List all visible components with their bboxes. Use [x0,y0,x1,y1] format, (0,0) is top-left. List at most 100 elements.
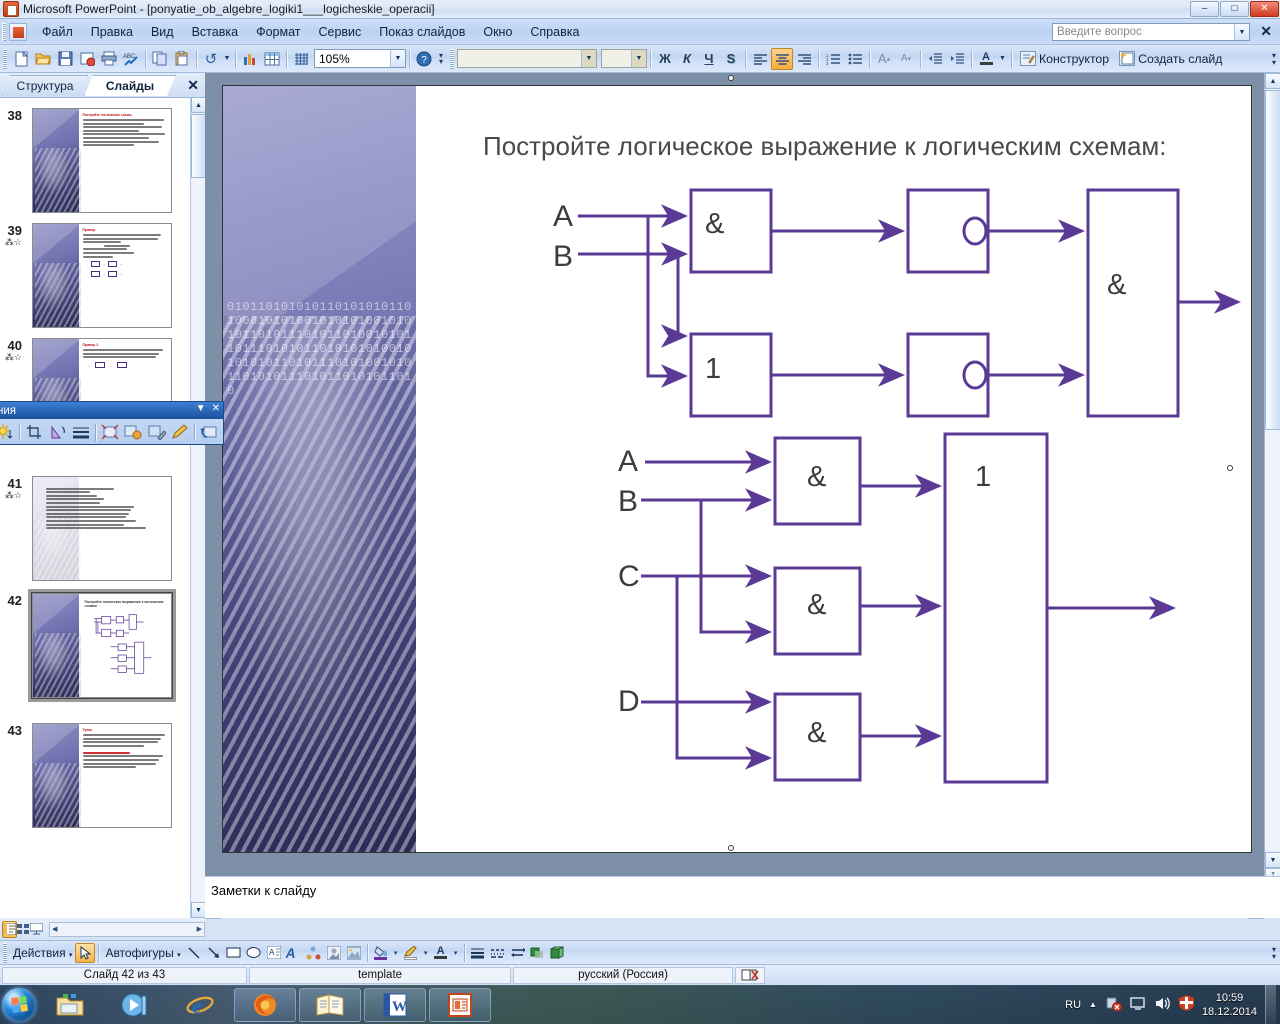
formatting-toolbar-grip[interactable] [450,48,454,69]
slide-sorter-icon[interactable] [17,921,30,938]
show-hidden-icons-icon[interactable]: ▲ [1089,998,1097,1012]
notes-placeholder[interactable]: Заметки к слайду [205,877,1280,898]
close-pane-button[interactable]: ✕ [187,77,199,94]
display-icon[interactable] [1130,996,1146,1014]
format-picture-icon[interactable] [146,422,167,443]
picture-icon[interactable] [344,943,364,963]
menu-item-format[interactable]: Формат [247,22,309,42]
italic-button[interactable]: К [676,48,698,70]
scroll-up-button[interactable]: ▲ [1265,73,1280,89]
collapse-icon[interactable]: ▼ [196,403,206,414]
current-slide[interactable]: 0101101010101101010101101000101010010101… [222,85,1252,853]
zoom-combo[interactable]: 105% ▼ [314,49,406,68]
taskbar-media-player[interactable] [104,988,166,1022]
slide-thumbnail-42[interactable]: Постройте логическое выражение к логичес… [28,589,176,702]
brightness-icon[interactable] [0,422,15,443]
increase-font-size-icon[interactable]: A ▴ [873,48,895,70]
list-item[interactable]: 41 ⁂☆ [0,476,172,581]
taskbar-word[interactable]: W [364,987,426,1022]
set-transparent-color-icon[interactable] [169,422,190,443]
taskbar-explorer[interactable] [39,988,101,1022]
rectangle-icon[interactable] [224,943,244,963]
crop-icon[interactable] [24,422,45,443]
paste-icon[interactable] [171,48,193,70]
save-icon[interactable] [54,48,76,70]
undo-icon[interactable]: ↺ [200,48,222,70]
align-left-icon[interactable] [749,48,771,70]
scroll-up-button[interactable]: ▲ [191,97,206,113]
language-indicator[interactable]: RU [1065,998,1081,1012]
chevron-down-icon[interactable]: ▼ [631,50,646,67]
list-item[interactable]: 42 Постройте логическое выражение к логи… [0,589,176,702]
clipart-icon[interactable] [324,943,344,963]
list-item[interactable]: 38 Постройте логические схемы [0,108,172,213]
menu-item-insert[interactable]: Вставка [183,22,247,42]
slide-thumbnail-38[interactable]: Постройте логические схемы [32,108,172,213]
menu-item-tools[interactable]: Сервис [309,22,370,42]
increase-indent-icon[interactable] [946,48,968,70]
shadow-style-icon[interactable] [528,943,548,963]
close-button[interactable]: ✕ [1250,1,1279,17]
slide-canvas[interactable]: 0101101010101101010101101000101010010101… [222,85,1252,853]
notes-pane[interactable]: Заметки к слайду [205,876,1280,918]
menu-item-slideshow[interactable]: Показ слайдов [370,22,474,42]
help-icon[interactable]: ? [413,48,435,70]
line-style-icon[interactable] [468,943,488,963]
numbered-list-icon[interactable]: 123 [822,48,844,70]
normal-view-icon[interactable] [2,920,17,938]
rotate-left-icon[interactable] [47,422,68,443]
taskbar-firefox[interactable] [234,987,296,1022]
shadow-button[interactable]: S [720,48,742,70]
slide-thumbnail-41[interactable] [32,476,172,581]
align-right-icon[interactable] [793,48,815,70]
scrollbar-thumb[interactable] [191,114,206,178]
maximize-button[interactable]: □ [1220,1,1249,17]
toolbar-overflow-button[interactable]: ▾ ▾ [1268,51,1280,66]
drawing-toolbar-grip[interactable] [3,942,7,963]
open-folder-icon[interactable] [32,48,54,70]
actions-menu[interactable]: Действия ▾ [10,946,75,960]
new-document-icon[interactable] [10,48,32,70]
menu-grip[interactable] [2,22,6,41]
slide-thumbnail-43[interactable]: Тупик [32,723,172,828]
designer-button[interactable]: Конструктор [1015,50,1114,67]
scroll-down-button[interactable]: ▼ [191,902,206,918]
arrow-select-icon[interactable] [75,942,96,963]
line-icon[interactable] [184,943,204,963]
thumbnail-pane-scrollbar[interactable]: ▲ ▼ [190,97,206,918]
slide-vertical-scrollbar[interactable]: ▲ ▼ ⤒ ✧ ⤓ [1264,73,1280,918]
notes-scrollbar[interactable]: ◀ ▶ [49,921,205,937]
decrease-font-size-icon[interactable]: A ▾ [895,48,917,70]
font-color-icon[interactable]: A [975,48,997,70]
volume-icon[interactable] [1154,996,1171,1014]
font-color-icon[interactable]: A [431,943,451,963]
start-button[interactable] [2,987,36,1022]
grid-icon[interactable] [290,48,312,70]
menu-item-view[interactable]: Вид [142,22,183,42]
list-item[interactable]: 43 Тупик [0,723,172,828]
bold-button[interactable]: Ж [654,48,676,70]
chevron-down-icon[interactable]: ▼ [1234,24,1249,40]
slide-thumbnail-39[interactable]: Пример → → → → [32,223,172,328]
tab-slides[interactable]: Слайды [84,75,176,96]
standard-toolbar-grip[interactable] [3,48,7,69]
slideshow-icon[interactable] [30,921,43,938]
scrollbar-thumb[interactable] [1265,90,1280,430]
toolbar-overflow-icon[interactable]: ▾ ▾ [435,48,447,70]
line-color-icon[interactable] [401,943,421,963]
arrow-icon[interactable] [204,943,224,963]
chevron-down-icon[interactable]: ▾ [451,943,461,963]
taskbar-powerpoint[interactable] [429,987,491,1022]
reset-picture-icon[interactable] [199,422,220,443]
selection-handle-bottom[interactable] [728,845,734,851]
print-icon[interactable] [98,48,120,70]
chevron-down-icon[interactable]: ▼ [390,50,405,67]
chevron-down-icon[interactable]: ▾ [421,943,431,963]
3d-style-icon[interactable] [548,943,568,963]
compress-picture-icon[interactable] [100,422,121,443]
wordart-icon[interactable]: A [284,943,304,963]
ask-question-input[interactable]: Введите вопрос ▼ [1052,23,1250,41]
picture-toolbar[interactable]: ния ▼ ✕ [0,401,224,445]
recolor-picture-icon[interactable] [123,422,144,443]
copy-icon[interactable] [149,48,171,70]
